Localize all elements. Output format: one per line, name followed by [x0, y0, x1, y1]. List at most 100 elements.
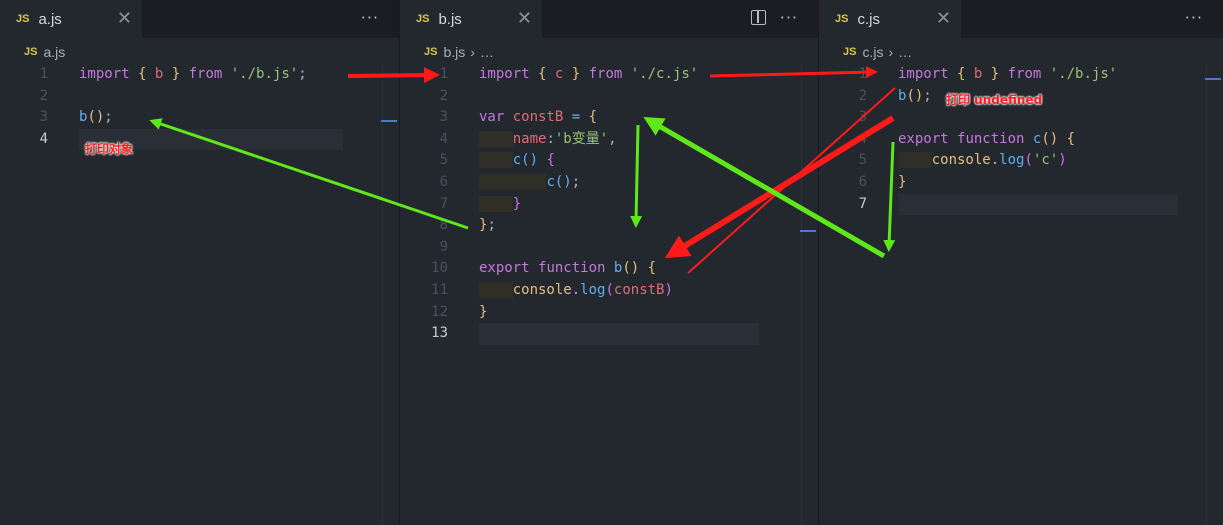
- line-number: 8: [439, 217, 448, 234]
- code-token: ;: [923, 87, 932, 104]
- code-editor[interactable]: 1 import { c } from './c.js' 2 3 var constB …: [400, 64, 818, 345]
- code-token: [479, 195, 513, 212]
- code-token: }: [512, 195, 522, 212]
- code-line: 12}: [400, 302, 818, 324]
- code-token: {: [1066, 130, 1076, 147]
- close-icon[interactable]: ✕: [117, 8, 132, 29]
- code-line: 8};: [400, 215, 818, 237]
- code-line: 3: [819, 107, 1223, 129]
- breadcrumb-file: c.js: [862, 44, 884, 60]
- code-line: 1 import { b } from './b.js': [819, 64, 1223, 86]
- line-number: 4: [439, 130, 448, 147]
- tab-file[interactable]: JS b.js ✕: [400, 0, 542, 38]
- scrollbar-track[interactable]: [382, 64, 383, 525]
- code-token: (): [521, 152, 547, 169]
- code-token: b: [973, 66, 991, 82]
- code-line: 5 c() {: [400, 150, 818, 172]
- code-editor[interactable]: 1 import { b } from './b.js'; 2 3 b(); 4: [0, 64, 399, 151]
- js-file-icon: JS: [835, 13, 849, 25]
- code-token: (: [1024, 152, 1033, 169]
- code-token: }: [479, 303, 488, 320]
- code-token: (): [554, 173, 572, 190]
- line-number: 1: [439, 66, 448, 82]
- code-token: }: [571, 66, 589, 82]
- breadcrumb-file: a.js: [43, 44, 66, 60]
- code-token: from: [1007, 66, 1050, 82]
- code-line: 3 var constB = {: [400, 107, 818, 129]
- code-token: [512, 173, 547, 190]
- code-token: function: [957, 130, 1033, 147]
- scrollbar-cursor-mark: [381, 120, 397, 122]
- code-token: (): [622, 260, 648, 277]
- code-token: ,: [608, 130, 617, 147]
- breadcrumb[interactable]: JS c.js ›…: [819, 38, 1223, 66]
- code-line: 5 console.log('c'): [819, 150, 1223, 172]
- code-line: 13: [400, 323, 818, 345]
- code-token: [479, 173, 513, 190]
- code-line: 1 import { c } from './c.js': [400, 64, 818, 86]
- line-number: 4: [39, 130, 48, 147]
- chevron-right-icon: ›: [888, 44, 894, 60]
- code-token: [898, 152, 932, 169]
- code-token: ;: [571, 173, 581, 190]
- code-token: {: [138, 66, 155, 82]
- tab-file[interactable]: JS a.js ✕: [0, 0, 142, 38]
- tab-file[interactable]: JS c.js ✕: [819, 0, 961, 38]
- code-editor[interactable]: 1 import { b } from './b.js' 2 b (); 3 4 export…: [819, 64, 1223, 216]
- code-token: constB: [613, 281, 665, 298]
- scrollbar-cursor-mark: [800, 230, 816, 232]
- tab-bar: JS b.js ✕ ···: [400, 0, 818, 38]
- tab-bar: JS c.js ✕ ···: [819, 0, 1223, 38]
- line-number: 3: [858, 109, 867, 126]
- more-actions-icon[interactable]: ···: [361, 8, 379, 27]
- code-token: =: [571, 109, 589, 126]
- code-token: log: [999, 152, 1025, 169]
- close-icon[interactable]: ✕: [936, 8, 951, 29]
- close-icon[interactable]: ✕: [517, 8, 532, 29]
- breadcrumb-more: …: [898, 44, 913, 60]
- code-token: c: [512, 152, 522, 169]
- code-line: 1 import { b } from './b.js';: [0, 64, 399, 86]
- line-number: 6: [439, 173, 448, 190]
- code-token: :: [546, 130, 555, 147]
- line-number: 2: [858, 87, 867, 104]
- more-actions-icon[interactable]: ···: [780, 8, 798, 27]
- code-token: .: [571, 281, 581, 298]
- code-token: import: [79, 66, 139, 82]
- js-file-icon: JS: [416, 13, 430, 25]
- line-number: 7: [858, 195, 867, 212]
- line-number: 1: [858, 66, 867, 82]
- code-token: ): [1058, 152, 1067, 169]
- breadcrumb[interactable]: JS a.js: [0, 38, 399, 66]
- scrollbar-track[interactable]: [801, 64, 802, 525]
- code-token: ;: [487, 217, 496, 234]
- code-token: [479, 281, 513, 298]
- code-token: export: [479, 260, 539, 277]
- line-number: 3: [439, 109, 448, 126]
- code-token: log: [580, 281, 606, 298]
- code-line: 11 console.log(constB): [400, 280, 818, 302]
- scrollbar-cursor-mark: [1205, 78, 1221, 80]
- code-line: 7: [819, 193, 1223, 216]
- code-token: ;: [298, 66, 307, 82]
- scrollbar-track[interactable]: [1206, 64, 1207, 525]
- code-token: 'c': [1032, 152, 1059, 169]
- code-token: import: [479, 66, 539, 82]
- code-token: {: [647, 260, 657, 277]
- editor-pane-c: JS c.js ✕ ··· JS c.js ›… 1 import { b } from …: [819, 0, 1223, 525]
- code-token: ;: [104, 109, 113, 126]
- line-number: 1: [39, 66, 48, 82]
- code-token: name: [512, 130, 547, 147]
- breadcrumb[interactable]: JS b.js ›…: [400, 38, 818, 66]
- code-line: 7 }: [400, 194, 818, 216]
- editor-pane-a: JS a.js ✕ ··· JS a.js 1 import { b } from '.…: [0, 0, 400, 525]
- more-actions-icon[interactable]: ···: [1185, 8, 1203, 27]
- annotation-c-output: 打印 undefined: [946, 93, 1043, 107]
- editor-pane-b: JS b.js ✕ ··· JS b.js ›… 1 import { c } from …: [400, 0, 819, 525]
- code-token: {: [957, 66, 974, 82]
- line-number: 3: [39, 109, 48, 126]
- code-token: (): [87, 109, 105, 126]
- code-token: './b.js': [1049, 66, 1118, 82]
- line-number: 7: [439, 195, 448, 212]
- split-editor-icon[interactable]: [751, 10, 766, 25]
